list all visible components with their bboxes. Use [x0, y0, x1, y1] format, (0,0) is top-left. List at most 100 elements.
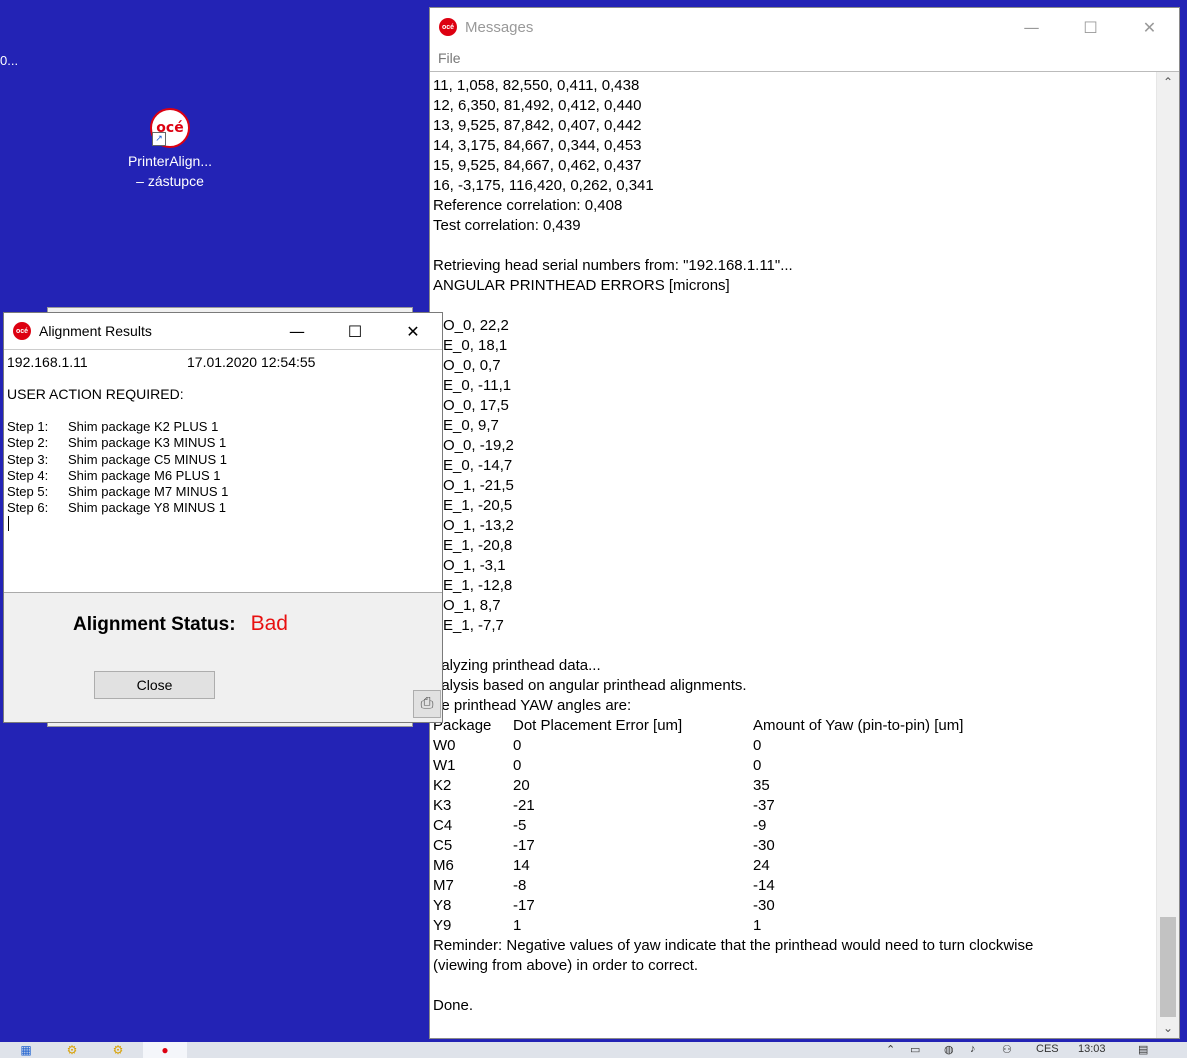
shortcut-arrow-icon: ↗: [152, 132, 166, 146]
step-label: Step 4:: [7, 467, 49, 483]
close-window-button[interactable]: ✕: [384, 313, 442, 349]
table-cell: -14: [753, 877, 775, 894]
desktop-shortcut-printeralign[interactable]: océ ↗ PrinterAlign... – zástupce: [118, 108, 222, 191]
notifications-icon[interactable]: ▤: [1138, 1043, 1148, 1056]
table-row: C4 -5 -9: [433, 816, 1155, 836]
table-row: K2 20 35: [433, 776, 1155, 796]
taskbar-app-icon[interactable]: ⚙: [60, 1043, 84, 1058]
log-line: Reference correlation: 0,408: [433, 197, 623, 214]
log-line: PE_1, -12,8: [433, 577, 513, 594]
log-line: PO_1, 8,7: [433, 597, 501, 614]
log-line: PO_0, 22,2: [433, 317, 509, 334]
table-cell: Amount of Yaw (pin-to-pin) [um]: [753, 717, 964, 734]
alignment-titlebar[interactable]: océ Alignment Results — ☐ ✕: [4, 313, 442, 349]
table-cell: Y9: [433, 917, 452, 934]
step-text: Shim package K2 PLUS 1: [68, 419, 219, 434]
oce-logo-icon: océ ↗: [150, 108, 190, 148]
table-row: W0 0 0: [433, 736, 1155, 756]
oce-app-icon: océ: [13, 322, 31, 340]
close-window-button[interactable]: ✕: [1120, 8, 1179, 46]
log-line: Test correlation: 0,439: [433, 217, 581, 234]
action-step: Step 6: Shim package Y8 MINUS 1: [7, 500, 228, 516]
scrollbar-thumb[interactable]: [1160, 917, 1176, 1017]
volume-icon[interactable]: ♪: [970, 1043, 976, 1055]
alignment-status-label: Alignment Status:: [73, 614, 236, 635]
action-step: Step 3: Shim package C5 MINUS 1: [7, 452, 228, 468]
log-line: nalysis based on angular printhead align…: [433, 677, 747, 694]
step-text: Shim package M6 PLUS 1: [68, 467, 221, 483]
table-cell: -30: [753, 837, 775, 854]
log-line: PE_0, -11,1: [433, 377, 512, 394]
people-icon[interactable]: ⚇: [1002, 1043, 1012, 1056]
table-cell: -5: [513, 817, 527, 834]
step-label: Step 6:: [7, 500, 49, 516]
input-language[interactable]: CES: [1036, 1043, 1059, 1055]
taskbar-app-icon[interactable]: ⚙: [106, 1043, 130, 1058]
log-line: PO_1, -13,2: [433, 517, 514, 534]
action-step: Step 1: Shim package K2 PLUS 1: [7, 419, 228, 435]
minimize-button[interactable]: —: [268, 313, 326, 349]
table-row: C5 -17 -30: [433, 836, 1155, 856]
table-cell: -37: [753, 797, 775, 814]
close-button[interactable]: Close: [94, 671, 215, 699]
log-line: PE_0, 9,7: [433, 417, 499, 434]
step-label: Step 1:: [7, 419, 49, 434]
table-cell: K3: [433, 797, 452, 814]
table-row: Y9 1 1: [433, 916, 1155, 936]
table-cell: Package: [433, 717, 492, 734]
vertical-scrollbar[interactable]: ⌃ ⌄: [1156, 72, 1179, 1038]
log-line: Done.: [433, 997, 474, 1014]
step-text: Shim package M7 MINUS 1: [68, 484, 229, 500]
messages-log[interactable]: 11, 1,058, 82,550, 0,411, 0,438 12, 6,350…: [430, 71, 1179, 1038]
step-text: Shim package K3 MINUS 1: [68, 435, 227, 451]
table-cell: M6: [433, 857, 454, 874]
table-cell: Dot Placement Error [um]: [513, 717, 683, 734]
minimize-button[interactable]: —: [1002, 8, 1061, 46]
start-icon[interactable]: ▦: [14, 1043, 38, 1058]
log-line: ANGULAR PRINTHEAD ERRORS [microns]: [433, 277, 730, 294]
oce-app-icon: ●: [161, 1043, 169, 1057]
taskbar-oce-app[interactable]: ●: [143, 1042, 187, 1058]
table-row: Package Dot Placement Error [um] Amount of…: [433, 716, 1155, 736]
text-caret: [8, 516, 9, 531]
table-row: Y8 -17 -30: [433, 896, 1155, 916]
globe-icon[interactable]: ◍: [944, 1043, 954, 1056]
system-clock[interactable]: 13:03: [1078, 1043, 1106, 1055]
table-row: K3 -21 -37: [433, 796, 1155, 816]
maximize-button[interactable]: ☐: [1061, 8, 1120, 46]
network-icon[interactable]: ▭: [910, 1043, 920, 1056]
printer-icon: ⎙: [420, 695, 434, 712]
log-line: PE_1, -7,7: [433, 617, 504, 634]
log-line: 11, 1,058, 82,550, 0,411, 0,438: [433, 77, 640, 94]
scroll-up-icon[interactable]: ⌃: [1157, 72, 1179, 92]
log-line: PO_1, -3,1: [433, 557, 506, 574]
log-line: 13, 9,525, 87,842, 0,407, 0,442: [433, 117, 642, 134]
table-row: M7 -8 -14: [433, 876, 1155, 896]
step-label: Step 5:: [7, 484, 49, 500]
user-action-header: USER ACTION REQUIRED:: [7, 386, 184, 402]
maximize-button[interactable]: ☐: [326, 313, 384, 349]
log-line: PE_0, -14,7: [433, 457, 513, 474]
messages-titlebar[interactable]: océ Messages — ☐ ✕: [430, 8, 1179, 46]
table-cell: -30: [753, 897, 775, 914]
alignment-results-text[interactable]: 192.168.1.11 17.01.2020 12:54:55 USER AC…: [4, 349, 442, 593]
table-cell: 0: [753, 757, 762, 774]
step-text: Shim package Y8 MINUS 1: [68, 500, 226, 516]
log-line: (viewing from above) in order to correct…: [433, 957, 699, 974]
log-line: 16, -3,175, 116,420, 0,262, 0,341: [433, 177, 654, 194]
tray-chevron-icon[interactable]: ⌃: [886, 1043, 895, 1056]
shortcut-name-line1: PrinterAlign...: [127, 153, 213, 169]
menu-file[interactable]: File: [438, 50, 461, 66]
table-row: M6 14 24: [433, 856, 1155, 876]
log-line: PE_1, -20,8: [433, 537, 513, 554]
result-timestamp: 17.01.2020 12:54:55: [187, 354, 316, 370]
table-cell: -9: [753, 817, 767, 834]
printer-button[interactable]: ⎙: [413, 690, 441, 718]
desktop-truncated-label[interactable]: 0...: [0, 53, 18, 68]
scroll-down-icon[interactable]: ⌄: [1157, 1018, 1179, 1038]
table-cell: W0: [433, 737, 456, 754]
table-cell: 35: [753, 777, 770, 794]
